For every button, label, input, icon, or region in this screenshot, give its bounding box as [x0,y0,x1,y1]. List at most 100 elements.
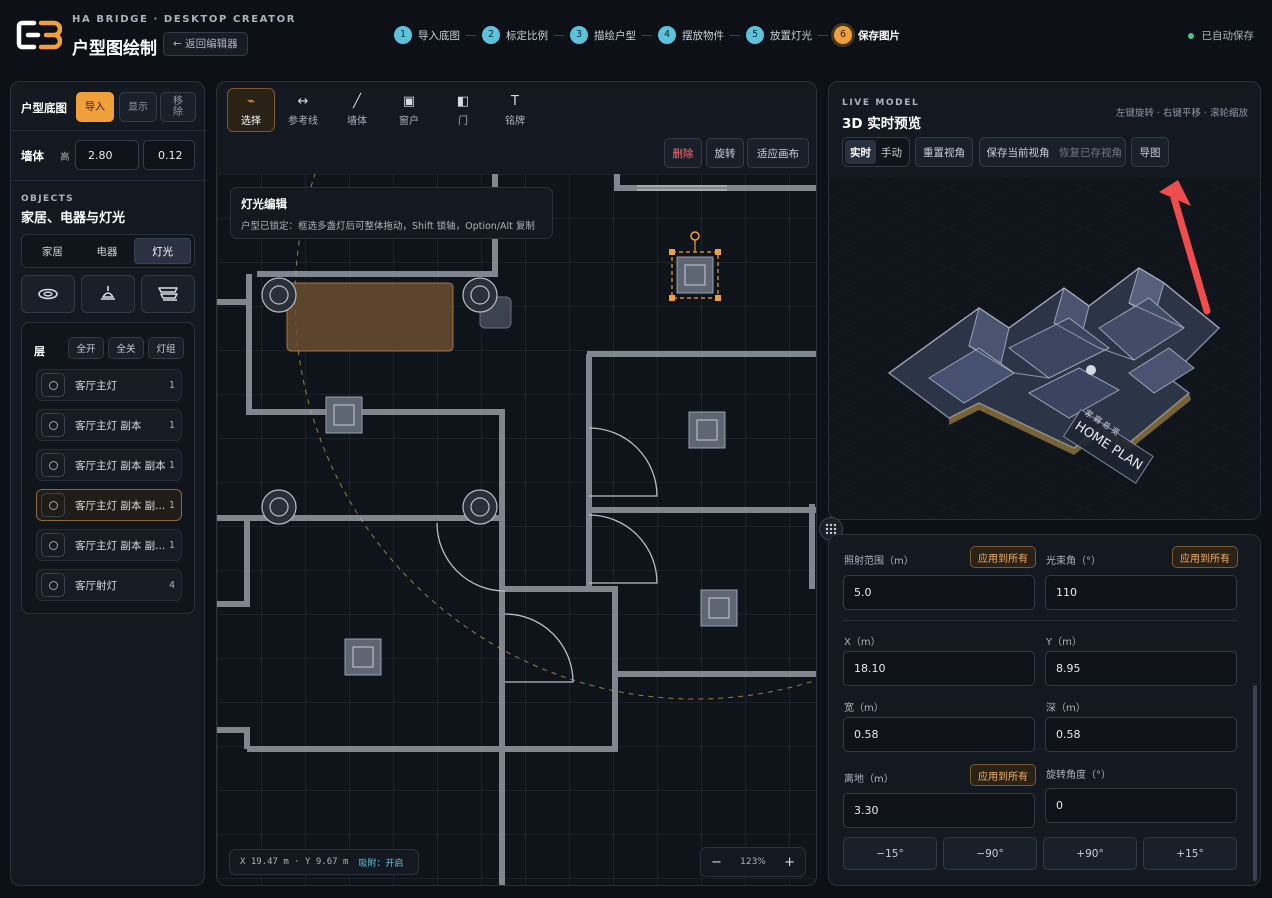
tool-select[interactable]: ⌁ 选择 [227,88,275,132]
layer-count: 1 [168,539,175,551]
add-strip-light-button[interactable] [141,275,195,313]
save-view-button[interactable]: 保存当前视角 [980,145,1056,160]
tool-nameplate[interactable]: T 铭牌 [491,88,539,132]
light-range-circle [294,82,816,700]
width-label: 宽（m） [844,703,884,714]
divider [11,180,206,181]
step-6[interactable]: 6 保存图片 [834,26,900,44]
list-item[interactable]: 客厅主灯 副本 副... 1 [36,529,182,561]
tool-door[interactable]: ◧ 门 [439,88,487,132]
list-item[interactable]: 客厅主灯 1 [36,369,182,401]
visibility-toggle[interactable] [41,453,65,477]
guide-icon: ↔ [297,93,309,109]
step-label: 保存图片 [858,29,900,42]
object-category-tabs: 家居 电器 灯光 [21,234,195,268]
wall-thickness-input[interactable]: 0.12 [143,140,195,170]
tab-furniture[interactable]: 家居 [25,238,80,264]
width-input[interactable]: 0.58 [843,717,1035,752]
mode-manual[interactable]: 手动 [876,140,907,164]
range-label: 照射范围（m） [844,556,914,567]
apply-range-all-button[interactable]: 应用到所有 [970,546,1036,568]
tool-label: 门 [458,115,468,127]
ceiling-light-icon [38,288,58,300]
snap-toggle[interactable]: 吸附：开启 [358,856,403,869]
3d-model: 家 庭 总 览 HOME PLAN [887,180,1221,484]
zoom-in-button[interactable]: + [784,855,795,870]
walls [217,174,816,885]
list-item[interactable]: 客厅射灯 4 [36,569,182,601]
light-group-button[interactable]: 灯组 [148,337,184,359]
visibility-toggle[interactable] [41,573,65,597]
apply-beam-all-button[interactable]: 应用到所有 [1172,546,1238,568]
elevation-input[interactable]: 3.30 [843,793,1035,828]
list-item[interactable]: 客厅主灯 副本 1 [36,409,182,441]
layer-count: 1 [168,499,175,511]
beam-angle-label: 光束角（°） [1046,556,1101,567]
step-5[interactable]: 5 放置灯光 [746,26,812,44]
rotate-minus-15-button[interactable]: −15° [843,837,937,870]
add-pendant-light-button[interactable] [81,275,135,313]
step-2[interactable]: 2 标定比例 [482,26,548,44]
apply-elevation-all-button[interactable]: 应用到所有 [970,764,1036,786]
wall-label: 墙体 [21,149,44,163]
ceiling-lights [325,396,738,676]
all-on-button[interactable]: 全开 [68,337,104,359]
step-1[interactable]: 1 导入底图 [394,26,460,44]
coords-text: X 19.47 m · Y 9.67 m [240,857,349,867]
x-input[interactable]: 18.10 [843,651,1035,686]
rotate-minus-90-button[interactable]: −90° [943,837,1037,870]
layer-name: 客厅主灯 [75,379,117,392]
range-input[interactable]: 5.0 [843,575,1035,610]
visibility-toggle[interactable] [41,533,65,557]
tool-guide[interactable]: ↔ 参考线 [279,88,327,132]
export-image-button[interactable]: 导图 [1131,137,1169,167]
tab-appliances[interactable]: 电器 [80,238,135,264]
show-floorplan-button[interactable]: 显示 [119,92,157,122]
layer-name: 客厅主灯 副本 副本 [75,459,166,472]
y-label: Y（m） [1046,637,1082,648]
import-floorplan-button[interactable]: 导入 [76,92,114,122]
zoom-out-button[interactable]: − [711,855,722,870]
list-item[interactable]: 客厅主灯 副本 副本 1 [36,449,182,481]
restore-view-button[interactable]: 恢复已存视角 [1056,145,1125,160]
tab-lights[interactable]: 灯光 [134,238,192,264]
floorplan-drawing [217,82,816,885]
reset-view-button[interactable]: 重置视角 [915,137,973,167]
layer-name: 客厅射灯 [75,579,117,592]
tool-wall[interactable]: ╱ 墙体 [333,88,381,132]
visibility-toggle[interactable] [41,413,65,437]
rotate-button[interactable]: 旋转 [706,138,744,168]
rotation-input[interactable]: 0 [1045,788,1237,823]
3d-viewport[interactable]: 家 庭 总 览 HOME PLAN [829,178,1260,519]
select-icon: ⌁ [247,93,255,109]
all-off-button[interactable]: 全关 [108,337,144,359]
remove-floorplan-button[interactable]: 移除 [160,92,196,122]
layer-count: 1 [168,419,175,431]
autosave-status: 已自动保存 [1187,28,1254,43]
visibility-toggle[interactable] [41,373,65,397]
step-label: 描绘户型 [594,29,636,42]
drawing-canvas[interactable] [217,82,816,885]
beam-angle-input[interactable]: 110 [1045,575,1237,610]
wall-height-input[interactable]: 2.80 [75,140,139,170]
step-separator [730,34,740,36]
depth-input[interactable]: 0.58 [1045,717,1237,752]
mode-realtime[interactable]: 实时 [845,140,876,164]
properties-scrollbar[interactable] [1253,685,1257,881]
back-to-editor-button[interactable]: ← 返回编辑器 [163,32,248,56]
delete-button[interactable]: 删除 [664,138,702,168]
rotate-plus-15-button[interactable]: +15° [1143,837,1237,870]
visibility-toggle[interactable] [41,493,65,517]
tool-label: 铭牌 [505,115,525,127]
add-ceiling-light-button[interactable] [21,275,75,313]
y-input[interactable]: 8.95 [1045,651,1237,686]
fit-canvas-button[interactable]: 适应画布 [747,138,809,168]
layer-count: 4 [168,579,175,591]
rotate-plus-90-button[interactable]: +90° [1043,837,1137,870]
step-4[interactable]: 4 摆放物件 [658,26,724,44]
tool-window[interactable]: ▣ 窗户 [385,88,433,132]
step-3[interactable]: 3 描绘户型 [570,26,636,44]
zoom-level: 123% [740,857,766,867]
pendant-light-icon [101,286,115,300]
list-item[interactable]: 客厅主灯 副本 副... 1 [36,489,182,521]
